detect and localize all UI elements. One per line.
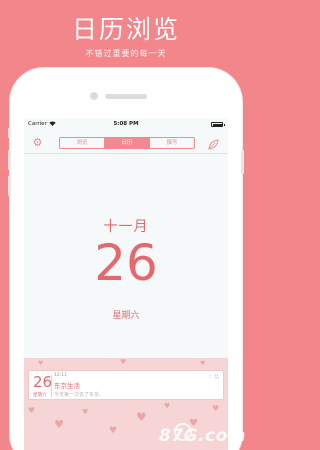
heart-decoration: ♥ [136,410,147,424]
divider [51,375,52,397]
power-button [241,150,244,174]
entry-title: 东京生活 [54,382,80,390]
entry-time: 12:11 [54,373,67,378]
tab-browse[interactable]: 浏览 [60,138,105,148]
nav-bar: ⚙ 浏览 日历 撰写 [24,132,228,154]
status-bar: Carrier 5:08 PM [24,118,228,131]
promo-subtitle: 不错过重要的每一天 [85,49,167,58]
heart-decoration: ♥ [82,408,89,416]
volume-down-button [8,176,11,196]
leaf-quill-icon[interactable] [207,136,220,150]
heart-decoration: ♥ [38,360,44,367]
day-number[interactable]: 26 [24,234,228,292]
earpiece-speaker [105,94,147,99]
mute-switch [8,128,11,138]
diary-entry-card[interactable]: 26 星期六 12:11 东京生活 今天第一次去了东京。 ☆ ☺ [28,370,224,400]
heart-decoration: ♥ [28,406,36,415]
promo-title: 日历浏览 [71,15,180,44]
entry-preview: 今天第一次去了东京。 [54,392,105,398]
status-time: 5:08 PM [113,121,139,127]
app-screen: Carrier 5:08 PM ⚙ 浏览 日历 撰写 十一月 26 星期六 ♥ … [24,118,228,450]
heart-decoration: ♥ [212,404,220,413]
weekday-label: 星期六 [112,311,140,321]
battery-icon [211,122,225,127]
heart-decoration: ♥ [200,360,206,367]
view-switcher: 浏览 日历 撰写 [59,137,195,149]
heart-decoration: ♥ [54,418,64,431]
watermark: 87G.com [158,426,246,446]
front-camera [90,92,98,100]
tab-compose[interactable]: 撰写 [150,138,194,148]
heart-decoration: ♥ [109,426,118,436]
entry-weekday: 星期六 [33,393,47,398]
entry-status-icons: ☆ ☺ [207,374,219,380]
entry-day: 26 [33,373,53,391]
gear-icon[interactable]: ⚙ [31,136,44,149]
heart-decoration: ♥ [164,402,171,410]
tab-calendar[interactable]: 日历 [105,138,150,148]
volume-up-button [8,150,11,170]
month-label: 十一月 [103,219,149,235]
heart-decoration: ♥ [120,358,127,366]
